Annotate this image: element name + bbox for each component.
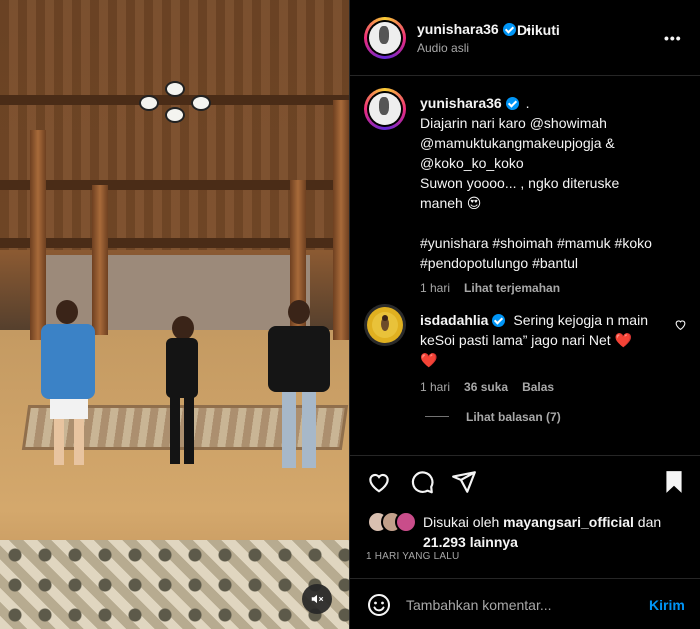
video-tiles xyxy=(0,540,349,629)
comment-input[interactable] xyxy=(406,593,606,617)
liked-by-others[interactable]: 21.293 lainnya xyxy=(423,532,693,552)
caption-hashtags[interactable]: #yunishara #shoimah #mamuk #koko xyxy=(420,233,690,253)
comment-like-heart-icon[interactable] xyxy=(674,318,687,331)
bookmark-icon[interactable] xyxy=(661,469,687,495)
commenter-username[interactable]: isdadahlia xyxy=(420,312,488,328)
emoji-icon[interactable] xyxy=(367,593,391,617)
comment-text-line: keSoi pasti lama” jago nari Net ❤️ xyxy=(420,332,632,348)
follow-status-button[interactable]: Diikuti xyxy=(517,22,560,38)
caption-line xyxy=(420,213,690,233)
send-icon[interactable] xyxy=(451,469,477,495)
actions-divider xyxy=(350,455,700,456)
post-side-panel: yunishara36 • Diikuti Audio asli ••• yun… xyxy=(349,0,700,629)
more-options-icon[interactable]: ••• xyxy=(664,30,682,46)
replies-divider xyxy=(425,416,449,417)
caption-author-username[interactable]: yunishara36 xyxy=(420,95,502,111)
comment-time[interactable]: 1 hari xyxy=(420,380,450,394)
view-replies-button[interactable]: Lihat balasan (7) xyxy=(466,410,561,424)
caption-line: @mamuktukangmakeupjogja & xyxy=(420,135,615,151)
caption-hashtags[interactable]: #pendopotulungo #bantul xyxy=(420,253,690,273)
liked-by-avatars[interactable] xyxy=(367,511,419,533)
heart-icon[interactable] xyxy=(366,469,392,495)
liked-by-and: dan xyxy=(637,514,662,530)
caption-line: Suwon yoooo... , ngko diteruske xyxy=(420,175,620,191)
post-header: yunishara36 • Diikuti Audio asli ••• xyxy=(350,0,700,76)
video-pillar xyxy=(333,100,349,340)
comment-text-line: Sering kejogja n main xyxy=(513,312,648,328)
comment-reply-button[interactable]: Balas xyxy=(522,380,554,394)
caption-dot: . xyxy=(525,95,530,111)
comment: isdadahlia Sering kejogja n main keSoi p… xyxy=(420,310,670,394)
author-username[interactable]: yunishara36 xyxy=(417,21,499,37)
video-pillar xyxy=(30,130,46,340)
speaker-muted-icon xyxy=(311,594,324,604)
comment-text-line: ❤️ xyxy=(420,352,438,368)
liked-by-summary: Disukai oleh mayangsari_official dan 21.… xyxy=(423,512,693,552)
post-video[interactable] xyxy=(0,0,349,629)
mute-button[interactable] xyxy=(302,584,332,614)
comment-composer: Kirim xyxy=(350,578,700,629)
verified-badge-icon xyxy=(502,23,516,36)
post-caption: yunishara36 . Diajarin nari karo @showim… xyxy=(420,93,690,295)
audio-label[interactable]: Audio asli xyxy=(417,41,469,55)
caption-time[interactable]: 1 hari xyxy=(420,281,450,295)
liked-by-prefix: Disukai oleh xyxy=(423,514,500,530)
commenter-avatar-image xyxy=(372,312,398,338)
post-timestamp[interactable]: 1 HARI YANG LALU xyxy=(366,551,459,562)
caption-line: @koko_ko_koko xyxy=(420,155,524,171)
see-translation-button[interactable]: Lihat terjemahan xyxy=(464,281,560,295)
caption-line: Diajarin nari karo @showimah xyxy=(420,115,607,131)
send-comment-button[interactable]: Kirim xyxy=(649,597,685,613)
comment-icon[interactable] xyxy=(409,469,435,495)
video-pillar xyxy=(92,185,108,335)
commenter-avatar[interactable] xyxy=(364,304,406,346)
verified-badge-icon xyxy=(492,314,506,327)
video-chandelier xyxy=(139,75,225,130)
verified-badge-icon xyxy=(505,97,519,110)
author-avatar[interactable] xyxy=(364,17,406,59)
caption-line: maneh 😍 xyxy=(420,195,482,211)
caption-author-avatar[interactable] xyxy=(364,88,406,130)
comment-likes[interactable]: 36 suka xyxy=(464,380,508,394)
liked-by-user[interactable]: mayangsari_official xyxy=(503,514,634,530)
